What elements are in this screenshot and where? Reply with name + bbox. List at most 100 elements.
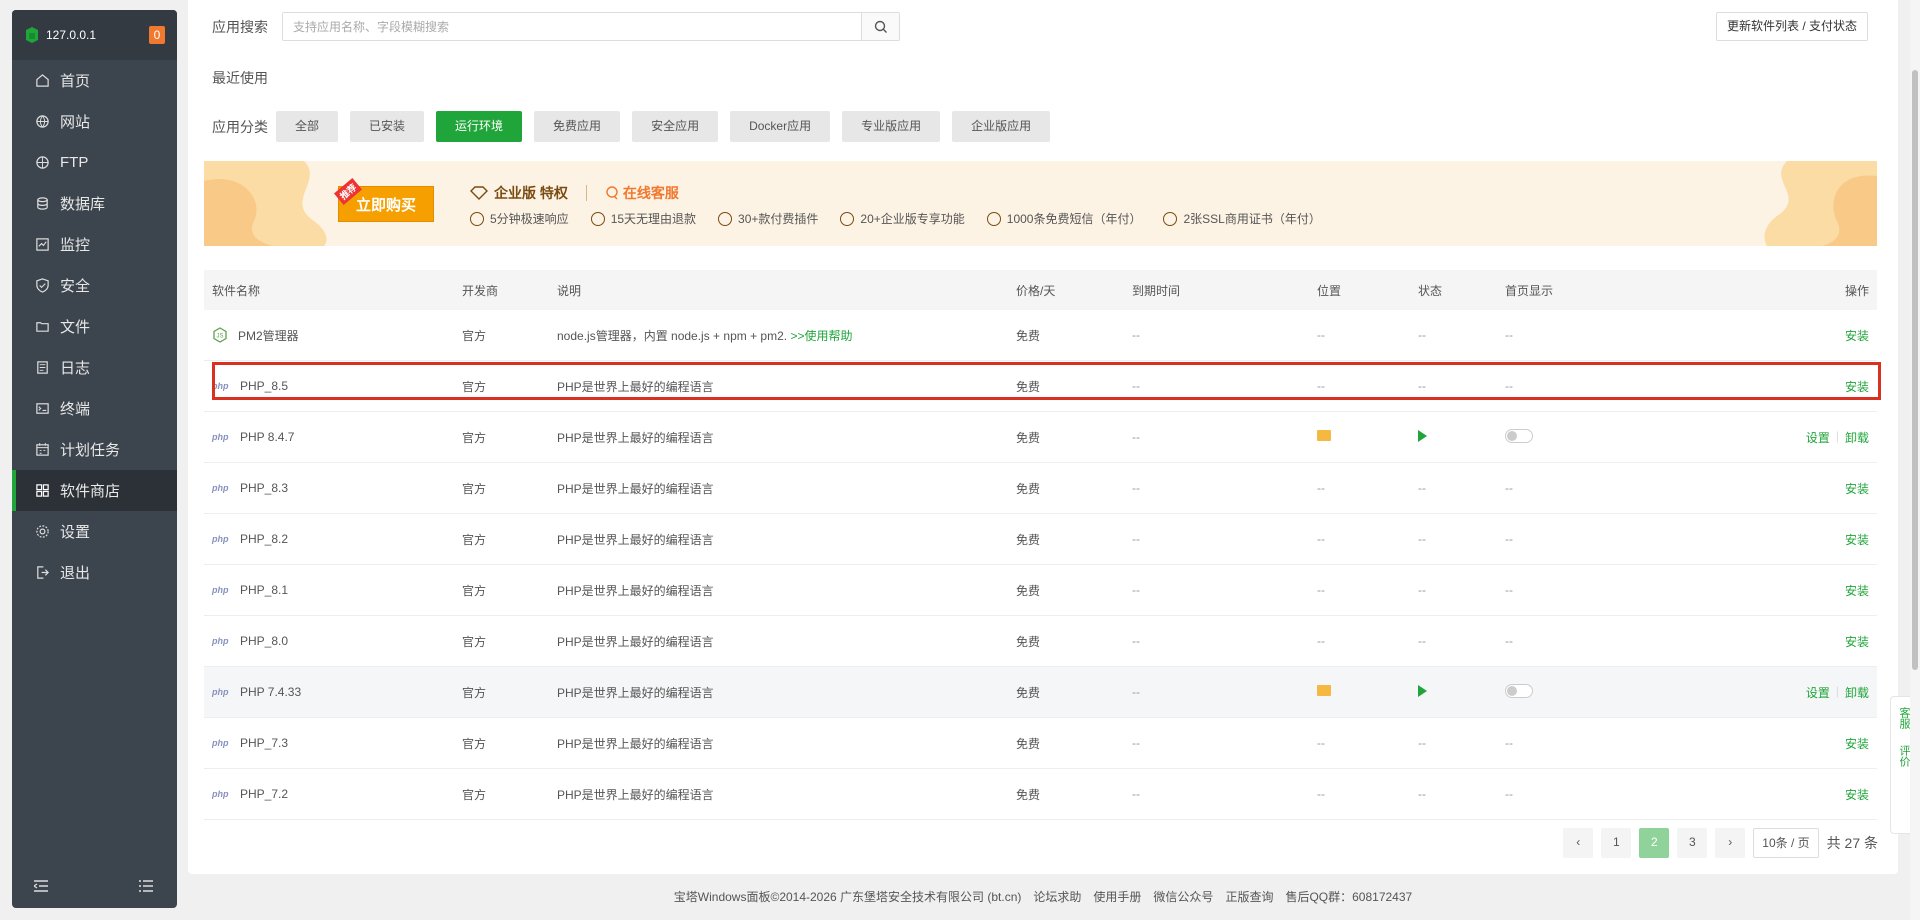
sidebar-item-label: 终端 [60, 401, 91, 418]
install-link[interactable]: 安装 [1845, 735, 1869, 752]
row-desc: PHP是世界上最好的编程语言 [557, 379, 714, 394]
prev-page-button[interactable]: ‹ [1563, 828, 1594, 858]
folder-icon[interactable] [1317, 430, 1331, 441]
table-row: php PHP_8.3 官方 PHP是世界上最好的编程语言 免费 -- -- --… [204, 463, 1877, 514]
search-button[interactable] [861, 13, 899, 40]
sidebar-item[interactable]: 监控 [12, 224, 177, 265]
install-link[interactable]: 安装 [1845, 531, 1869, 548]
settings-link[interactable]: 设置 [1806, 429, 1830, 446]
scrollbar[interactable] [1910, 0, 1920, 920]
help-link[interactable]: >>使用帮助 [790, 329, 852, 343]
sidebar-item[interactable]: 退出 [12, 552, 177, 593]
page-number-button[interactable]: 3 [1677, 828, 1708, 858]
row-expire: -- [1132, 481, 1140, 495]
row-location-cell: -- [1317, 583, 1325, 597]
header-location: 位置 [1317, 283, 1342, 298]
row-dev: 官方 [462, 736, 487, 751]
sidebar-item[interactable]: 安全 [12, 265, 177, 306]
logo-icon [26, 27, 38, 43]
sidebar-item-label: 软件商店 [60, 483, 121, 500]
sidebar-item[interactable]: 首页 [12, 60, 177, 101]
php-icon: php [212, 738, 229, 748]
sidebar-item[interactable]: 文件 [12, 306, 177, 347]
category-tab[interactable]: 全部 [276, 111, 339, 142]
sidebar-item-label: 计划任务 [60, 442, 121, 459]
row-status-cell: -- [1418, 532, 1426, 546]
row-home-cell [1505, 428, 1533, 446]
page-size-select[interactable]: 10条 / 页 [1753, 828, 1819, 858]
footer-link[interactable]: 论坛求助 [1033, 888, 1081, 905]
play-icon[interactable] [1418, 429, 1427, 442]
update-software-list-button[interactable]: 更新软件列表 / 支付状态 [1715, 12, 1868, 41]
divider: | [1835, 683, 1839, 698]
row-home: -- [1505, 379, 1513, 393]
footer-link[interactable]: 正版查询 [1225, 888, 1273, 905]
row-expire: -- [1132, 736, 1140, 750]
row-desc: PHP是世界上最好的编程语言 [557, 736, 714, 751]
row-home-cell [1505, 683, 1533, 701]
category-tab[interactable]: 专业版应用 [842, 111, 941, 142]
row-expire: -- [1132, 328, 1140, 342]
next-page-button[interactable]: › [1715, 828, 1746, 858]
page-number-button[interactable]: 1 [1601, 828, 1632, 858]
install-link[interactable]: 安装 [1845, 480, 1869, 497]
sidebar-item[interactable]: 日志 [12, 347, 177, 388]
row-name-cell: php PHP_7.2 [212, 787, 288, 801]
home-display-toggle[interactable] [1505, 683, 1533, 698]
install-link[interactable]: 安装 [1845, 378, 1869, 395]
uninstall-link[interactable]: 卸载 [1845, 684, 1869, 701]
sidebar-item-label: 网站 [60, 114, 91, 131]
home-display-toggle[interactable] [1505, 428, 1533, 443]
sidebar-item[interactable]: 终端 [12, 388, 177, 429]
category-tab[interactable]: 运行环境 [436, 111, 523, 142]
category-tab[interactable]: 企业版应用 [952, 111, 1051, 142]
row-home-cell: -- [1505, 328, 1513, 342]
list-icon[interactable] [139, 880, 155, 894]
footer-link[interactable]: 售后QQ群：608172437 [1285, 888, 1412, 905]
row-desc-cell: PHP是世界上最好的编程语言 [557, 786, 714, 803]
server-ip[interactable]: 127.0.0.1 [46, 28, 149, 42]
sidebar-item-label: 退出 [60, 565, 91, 582]
sidebar-item-label: 日志 [60, 360, 91, 377]
category-label: 应用分类 [212, 118, 268, 135]
php-icon: php [212, 381, 229, 391]
footer-link[interactable]: 使用手册 [1093, 888, 1141, 905]
sidebar-item[interactable]: 数据库 [12, 183, 177, 224]
sidebar-item[interactable]: 网站 [12, 101, 177, 142]
online-service-link[interactable]: 在线客服 [623, 183, 679, 203]
footer-link[interactable]: 微信公众号 [1153, 888, 1213, 905]
install-link[interactable]: 安装 [1845, 327, 1869, 344]
category-tab[interactable]: 已安装 [350, 111, 425, 142]
collapse-icon[interactable] [34, 880, 50, 894]
settings-link[interactable]: 设置 [1806, 684, 1830, 701]
sidebar-item[interactable]: 设置 [12, 511, 177, 552]
row-ops: 安装 [1845, 531, 1869, 548]
row-status: -- [1418, 787, 1426, 801]
uninstall-link[interactable]: 卸载 [1845, 429, 1869, 446]
sidebar-item[interactable]: 软件商店 [12, 470, 177, 511]
sidebar-item[interactable]: 计划任务 [12, 429, 177, 470]
install-link[interactable]: 安装 [1845, 633, 1869, 650]
row-home-cell: -- [1505, 379, 1513, 393]
divider [585, 185, 587, 201]
page-number-button[interactable]: 2 [1639, 828, 1670, 858]
row-expire: -- [1132, 430, 1140, 444]
buy-now-button[interactable]: 推荐 立即购买 [333, 178, 434, 222]
category-tab[interactable]: 安全应用 [632, 111, 719, 142]
scrollbar-thumb[interactable] [1912, 70, 1918, 670]
row-desc: PHP是世界上最好的编程语言 [557, 532, 714, 547]
category-tab[interactable]: Docker应用 [730, 111, 831, 142]
terminal-icon [34, 401, 50, 417]
row-home-cell: -- [1505, 736, 1513, 750]
category-tab[interactable]: 免费应用 [534, 111, 621, 142]
install-link[interactable]: 安装 [1845, 786, 1869, 803]
play-icon[interactable] [1418, 684, 1427, 697]
install-link[interactable]: 安装 [1845, 582, 1869, 599]
row-expire: -- [1132, 532, 1140, 546]
row-name-cell: php PHP_8.3 [212, 481, 288, 495]
notification-badge[interactable]: 0 [149, 26, 165, 44]
sidebar-item[interactable]: FTP [12, 142, 177, 183]
search-input[interactable] [283, 13, 861, 40]
folder-icon[interactable] [1317, 685, 1331, 696]
row-desc-cell: PHP是世界上最好的编程语言 [557, 378, 714, 395]
